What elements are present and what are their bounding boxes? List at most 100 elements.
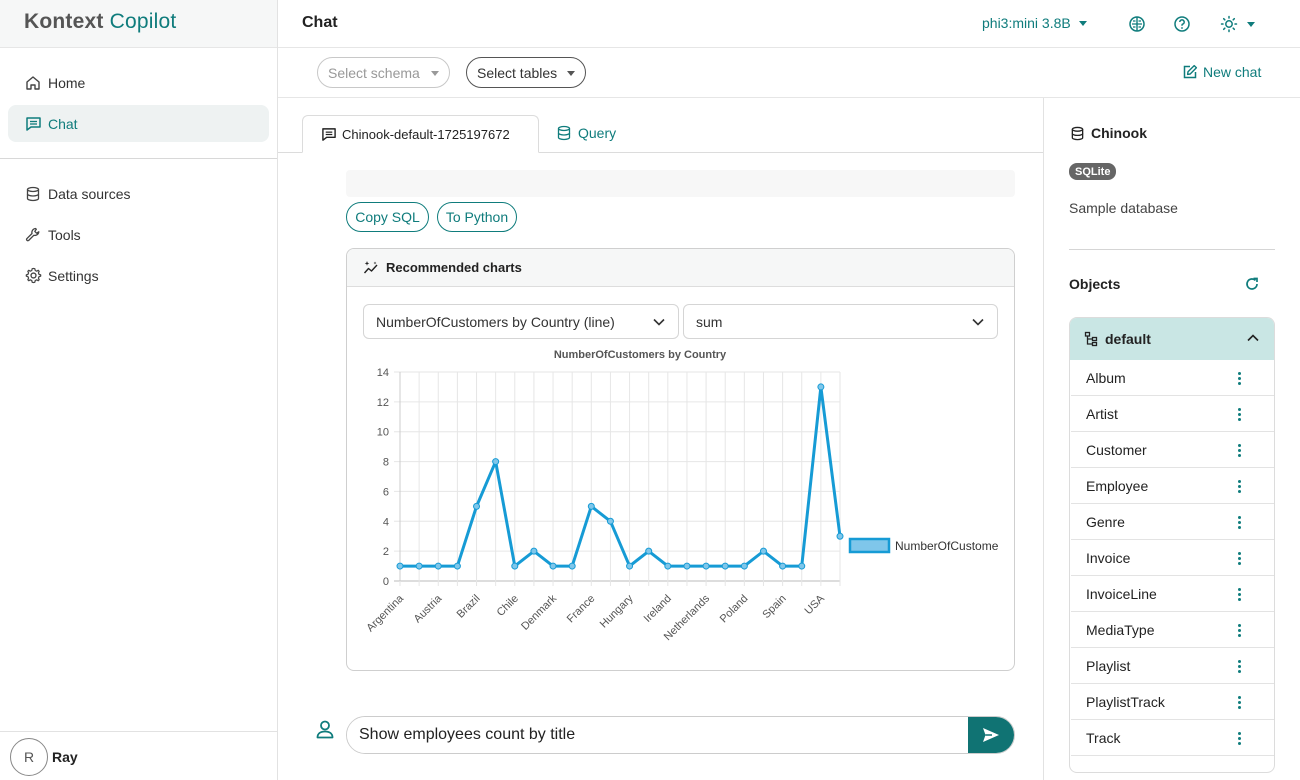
table-item-label: Track [1086, 729, 1121, 746]
brain-icon[interactable] [1127, 14, 1147, 34]
tab-query[interactable]: Query [556, 125, 616, 141]
data-point [568, 562, 576, 570]
table-item-label: Artist [1086, 405, 1118, 422]
tables-select[interactable]: Select tables [466, 57, 586, 88]
sidebar-item-label: Data sources [48, 185, 131, 202]
avatar[interactable]: R [10, 738, 48, 776]
more-vertical-icon[interactable] [1238, 480, 1241, 495]
table-item[interactable]: Album [1071, 360, 1274, 396]
send-button[interactable] [968, 717, 1014, 753]
schema-select[interactable]: Select schema [317, 57, 450, 88]
data-point [530, 547, 538, 555]
data-point [473, 502, 481, 510]
tables-select-placeholder: Select tables [477, 64, 558, 81]
edit-icon [1183, 64, 1198, 79]
y-tick-label: 12 [377, 397, 389, 409]
table-item[interactable]: Genre [1071, 504, 1274, 540]
table-item-label: PlaylistTrack [1086, 693, 1165, 710]
chevron-up-icon[interactable] [1246, 333, 1260, 343]
chart-type-select-value: NumberOfCustomers by Country (line) [376, 313, 615, 330]
brand-name-1: Konte [24, 10, 85, 33]
y-tick-label: 10 [377, 427, 389, 439]
sidebar-item-chat[interactable]: Chat [8, 105, 269, 142]
more-vertical-icon[interactable] [1238, 660, 1241, 675]
more-vertical-icon[interactable] [1238, 444, 1241, 459]
data-point [549, 562, 557, 570]
refresh-icon[interactable] [1244, 276, 1260, 292]
data-point [492, 458, 500, 466]
database-panel: Chinook SQLite Sample database Objects d… [1043, 98, 1300, 780]
chevron-down-icon [1247, 21, 1255, 27]
sidebar-item-tools[interactable]: Tools [8, 216, 269, 253]
y-tick-label: 0 [383, 576, 389, 588]
more-vertical-icon[interactable] [1238, 696, 1241, 711]
chevron-down-icon [972, 318, 984, 326]
chevron-down-icon [1078, 20, 1087, 26]
table-item[interactable]: InvoiceLine [1071, 576, 1274, 612]
table-item[interactable]: Track [1071, 720, 1274, 756]
table-item-label: InvoiceLine [1086, 585, 1157, 602]
chart-title: NumberOfCustomers by Country [554, 349, 727, 361]
more-vertical-icon[interactable] [1238, 516, 1241, 531]
recommended-charts-header: Recommended charts [347, 249, 1014, 287]
user-profile[interactable]: R Ray [0, 731, 277, 780]
table-item[interactable]: PlaylistTrack [1071, 684, 1274, 720]
data-point [721, 562, 729, 570]
sidebar-item-label: Chat [48, 115, 78, 132]
table-item[interactable]: MediaType [1071, 612, 1274, 648]
sparkle-chart-icon [363, 260, 378, 273]
data-point [798, 562, 806, 570]
data-point [683, 562, 691, 570]
sidebar-item-data-sources[interactable]: Data sources [8, 175, 269, 212]
table-item[interactable]: Playlist [1071, 648, 1274, 684]
top-header: Chat phi3:mini 3.8B [278, 0, 1300, 48]
recommended-charts-card: Recommended charts NumberOfCustomers by … [346, 248, 1015, 671]
data-point [740, 562, 748, 570]
aggregation-select[interactable]: sum [683, 304, 998, 339]
new-chat-button[interactable]: New chat [1182, 64, 1261, 80]
chevron-down-icon [431, 71, 439, 76]
model-selector[interactable]: phi3:mini 3.8B [982, 15, 1087, 31]
chat-input[interactable] [347, 717, 969, 753]
brand-logo[interactable]: Kontext Copilot [0, 0, 277, 48]
more-vertical-icon[interactable] [1238, 624, 1241, 639]
legend-swatch [848, 537, 891, 554]
data-point [779, 562, 787, 570]
x-tick-label: Austria [412, 592, 445, 625]
table-item[interactable]: Invoice [1071, 540, 1274, 576]
table-item-label: Playlist [1086, 657, 1131, 674]
database-description: Sample database [1069, 200, 1178, 216]
help-icon[interactable] [1172, 14, 1192, 34]
table-item[interactable]: Employee [1071, 468, 1274, 504]
more-vertical-icon[interactable] [1238, 372, 1241, 387]
database-type-badge: SQLite [1069, 163, 1117, 180]
sidebar-item-home[interactable]: Home [8, 64, 269, 101]
chat-icon [322, 127, 336, 141]
recommended-charts-title: Recommended charts [386, 260, 522, 275]
sidebar-item-settings[interactable]: Settings [8, 257, 269, 294]
table-item[interactable]: Artist [1071, 396, 1274, 432]
home-icon [24, 74, 42, 92]
more-vertical-icon[interactable] [1238, 588, 1241, 603]
copy-sql-button[interactable]: Copy SQL [346, 202, 429, 232]
schema-group-default[interactable]: default [1070, 318, 1274, 360]
y-tick-label: 2 [383, 546, 389, 558]
y-tick-label: 4 [383, 516, 389, 528]
wrench-icon [24, 226, 42, 244]
to-python-button[interactable]: To Python [437, 202, 517, 232]
objects-title: Objects [1069, 276, 1121, 292]
table-item-label: Customer [1086, 441, 1147, 458]
table-item[interactable]: Customer [1071, 432, 1274, 468]
series-line [400, 385, 842, 568]
y-tick-label: 6 [383, 486, 389, 498]
tab-chat[interactable]: Chinook-default-1725197672 [302, 115, 539, 153]
more-vertical-icon[interactable] [1238, 552, 1241, 567]
theme-toggle[interactable] [1220, 14, 1260, 34]
new-chat-label: New chat [1203, 64, 1262, 80]
more-vertical-icon[interactable] [1238, 732, 1241, 747]
more-vertical-icon[interactable] [1238, 408, 1241, 423]
data-point [511, 562, 519, 570]
data-point [434, 562, 442, 570]
schema-name: default [1105, 331, 1151, 347]
chart-type-select[interactable]: NumberOfCustomers by Country (line) [363, 304, 679, 339]
